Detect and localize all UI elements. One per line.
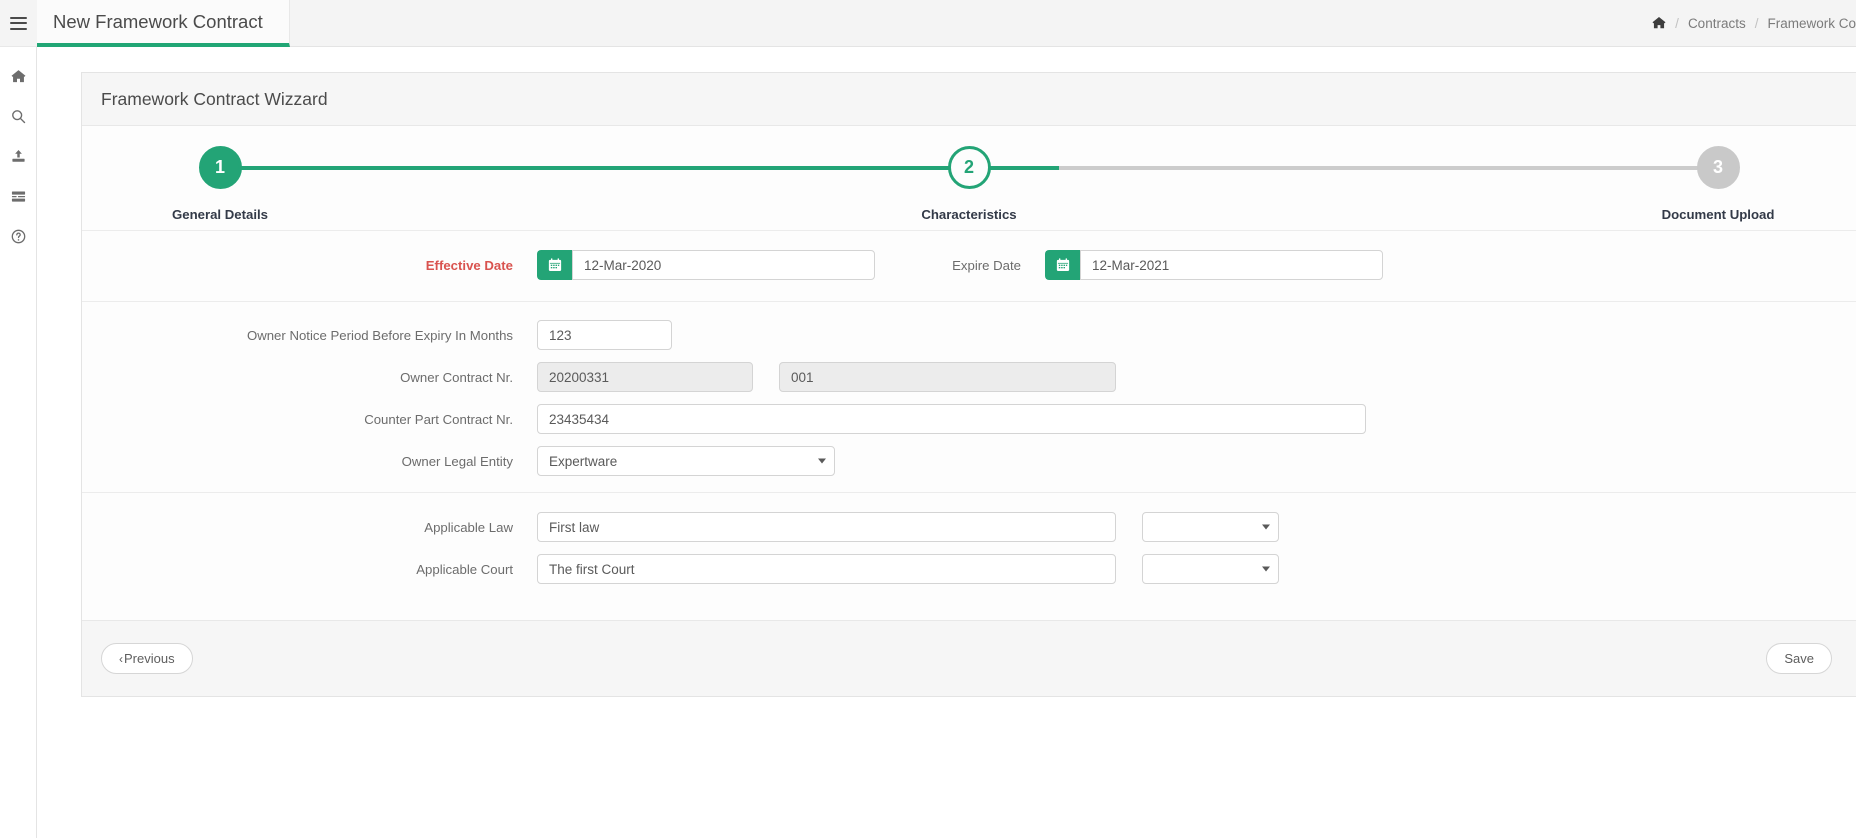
breadcrumb-separator-2: / [1754,15,1759,31]
owner-contract-nr-label: Owner Contract Nr. [400,369,513,385]
upload-icon [11,149,26,164]
topbar: New Framework Contract / Contracts / Fra… [37,0,1856,47]
topbar-filler [289,0,1856,47]
applicable-court-select-field [1142,554,1279,584]
stepper-connector-2-3 [1059,166,1718,170]
applicable-law-input[interactable] [537,512,1116,542]
applicable-court-input[interactable] [537,554,1116,584]
chevron-left-icon: ‹ [119,651,123,666]
sidebar-item-search[interactable] [0,96,37,136]
form-row-applicable-court: Applicable Court [82,548,1856,604]
breadcrumb-separator-1: / [1675,15,1679,31]
step-1-label: General Details [171,207,269,222]
page-title: New Framework Contract [53,10,263,32]
page-tab[interactable]: New Framework Contract [37,0,290,47]
step-2-label: Characteristics [921,207,1017,222]
wizard-footer: ‹ Previous Save [82,620,1856,696]
sidebar-item-home[interactable] [0,56,37,96]
effective-date-calendar-icon[interactable] [537,250,572,280]
wizard-card-header: Framework Contract Wizzard [82,73,1856,126]
previous-button-label: Previous [124,651,175,666]
counter-part-contract-nr-label: Counter Part Contract Nr. [364,411,513,427]
save-button-label: Save [1784,651,1814,666]
sidebar-item-list[interactable] [0,176,37,216]
step-2-bubble: 2 [947,146,991,189]
stepper-steps: 1 General Details 2 Characteristics 3 Do… [130,146,1808,230]
owner-legal-entity-select[interactable]: Expertware [537,446,835,476]
owner-contract-nr-primary-input[interactable] [537,362,753,392]
counter-part-contract-nr-input[interactable] [537,404,1366,434]
expire-date-field [1045,250,1383,280]
wizard-step-2[interactable]: 2 Characteristics [879,146,1059,222]
step-1-bubble: 1 [198,146,242,189]
applicable-law-label: Applicable Law [424,519,513,535]
owner-contract-nr-secondary-input[interactable] [779,362,1116,392]
wizard-step-1[interactable]: 1 General Details [130,146,310,222]
hamburger-icon [9,16,27,30]
applicable-law-select[interactable] [1142,512,1279,542]
wizard-step-3[interactable]: 3 Document Upload [1628,146,1808,222]
sidebar-nav [0,47,37,256]
form-row-applicable-law: Applicable Law [82,493,1856,548]
sidebar-item-upload[interactable] [0,136,37,176]
list-icon [11,189,26,204]
previous-button[interactable]: ‹ Previous [101,643,193,674]
form-row-owner-notice-period: Owner Notice Period Before Expiry In Mon… [82,302,1856,356]
form-row-owner-contract-nr: Owner Contract Nr. [82,356,1856,398]
sidebar [0,0,37,838]
owner-notice-period-input[interactable] [537,320,672,350]
breadcrumb-item-contracts[interactable]: Contracts [1688,16,1746,31]
owner-legal-entity-field: Expertware [537,446,835,476]
applicable-court-label: Applicable Court [416,561,513,577]
home-icon [11,69,26,84]
effective-date-input[interactable] [572,250,875,280]
expire-date-calendar-icon[interactable] [1045,250,1080,280]
owner-notice-period-label: Owner Notice Period Before Expiry In Mon… [246,327,513,343]
sidebar-item-help[interactable] [0,216,37,256]
wizard-card-body: 1 General Details 2 Characteristics 3 Do… [82,126,1856,620]
breadcrumb-home-icon[interactable] [1652,16,1666,30]
general-details-form: Effective Date 12-Mar-2020 Expire Date 1… [82,231,1856,608]
expire-date-input[interactable] [1080,250,1383,280]
form-row-counter-part-contract-nr: Counter Part Contract Nr. [82,398,1856,440]
applicable-law-select-field [1142,512,1279,542]
main-area: Framework Contract Wizzard 1 General Det… [37,47,1856,838]
expire-date-label: Expire Date [952,257,1021,273]
save-button[interactable]: Save [1766,643,1832,674]
search-icon [11,109,26,124]
content-column: New Framework Contract / Contracts / Fra… [37,0,1856,838]
form-row-dates: Effective Date 12-Mar-2020 Expire Date 1… [82,231,1856,289]
step-3-bubble: 3 [1696,146,1740,189]
effective-date-label: Effective Date [425,257,513,273]
form-row-owner-legal-entity: Owner Legal Entity Expertware [82,440,1856,492]
owner-legal-entity-label: Owner Legal Entity [401,453,513,469]
step-3-label: Document Upload [1661,207,1775,222]
help-circle-icon [11,229,26,244]
applicable-court-select[interactable] [1142,554,1279,584]
wizard-card: Framework Contract Wizzard 1 General Det… [81,72,1856,697]
breadcrumb-item-current: Framework Co [1767,15,1856,31]
menu-toggle-button[interactable] [0,0,37,47]
effective-date-field [537,250,875,280]
wizard-stepper: 1 General Details 2 Characteristics 3 Do… [130,126,1808,230]
breadcrumb: / Contracts / Framework Co [1638,0,1856,47]
wizard-title: Framework Contract Wizzard [101,88,328,109]
app-root: New Framework Contract / Contracts / Fra… [0,0,1856,838]
